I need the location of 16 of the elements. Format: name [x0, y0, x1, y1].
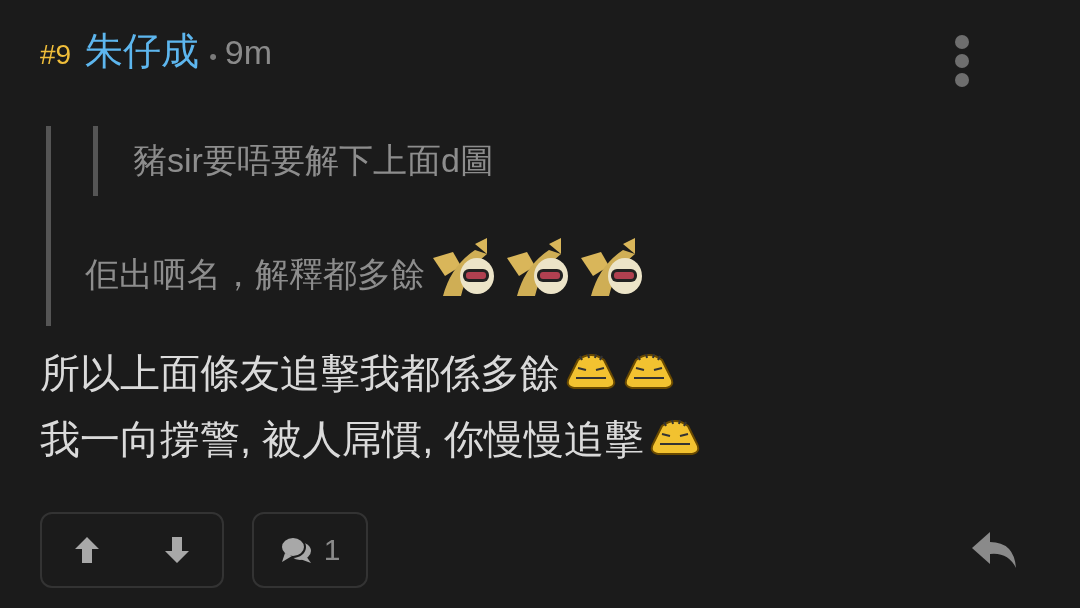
author-name[interactable]: 朱仔成	[85, 26, 200, 77]
quoted-text: 豬sir要唔要解下上面d圖	[133, 140, 494, 181]
sticker-icon	[579, 236, 645, 298]
post-time: 9m	[224, 33, 273, 72]
sticker-icon	[431, 236, 497, 298]
speech-bubbles-icon	[279, 536, 312, 564]
post-text: 所以上面條友追擊我都係多餘	[40, 350, 560, 397]
post-text: 我一向撐警, 被人屌慣, 你慢慢追擊	[40, 416, 645, 463]
sticker-icon	[505, 236, 571, 298]
sticker-icon	[622, 352, 676, 392]
separator-dot: •	[209, 44, 217, 70]
comment-button[interactable]: 1	[252, 512, 368, 588]
quoted-text: 佢出哂名，解釋都多餘	[85, 254, 425, 295]
sticker-icon	[564, 352, 618, 392]
post-number: #9	[40, 39, 72, 71]
reply-button[interactable]	[970, 530, 1018, 570]
